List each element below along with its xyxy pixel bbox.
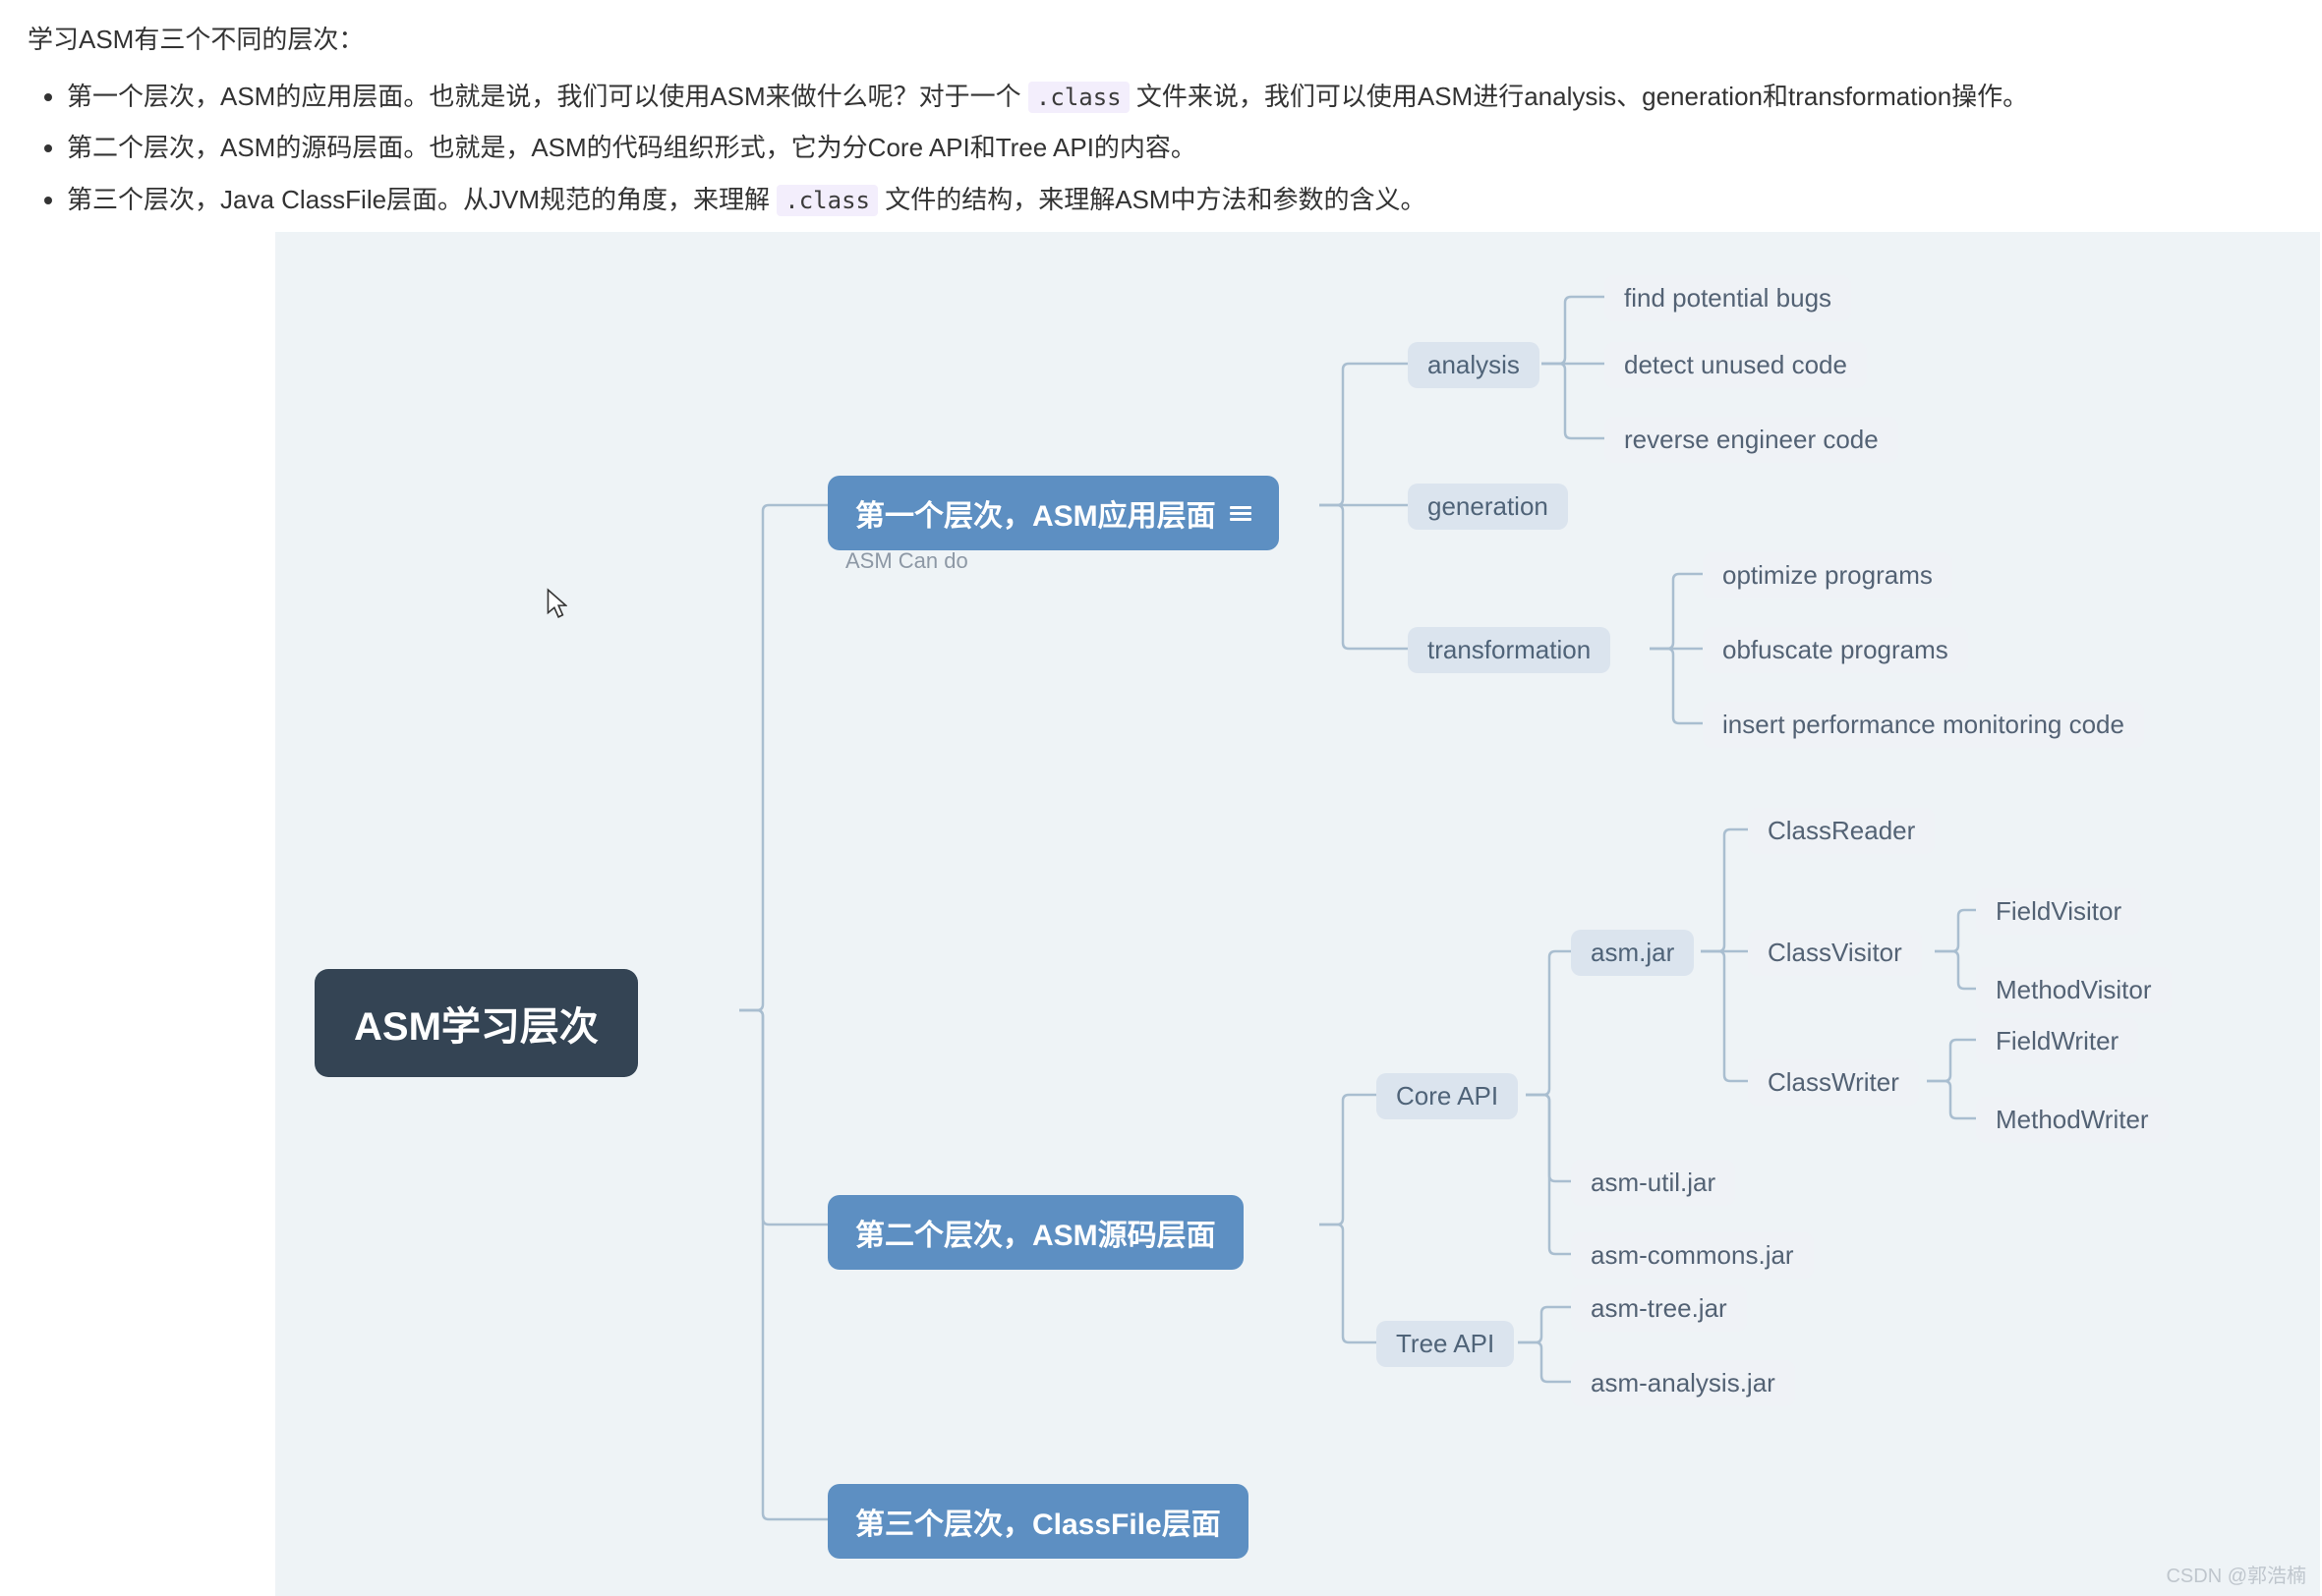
level2-node[interactable]: 第二个层次，ASM源码层面: [828, 1195, 1244, 1270]
tree-api-node[interactable]: Tree API: [1376, 1321, 1514, 1367]
classvisitor-node[interactable]: ClassVisitor: [1748, 930, 1922, 976]
asm-util-jar-node[interactable]: asm-util.jar: [1571, 1160, 1735, 1206]
generation-node[interactable]: generation: [1408, 484, 1568, 530]
fieldwriter-node[interactable]: FieldWriter: [1976, 1018, 2138, 1064]
transformation-item-0[interactable]: optimize programs: [1703, 552, 1952, 598]
root-node[interactable]: ASM学习层次: [315, 969, 638, 1077]
analysis-item-0[interactable]: find potential bugs: [1604, 275, 1851, 321]
bullet-3: 第三个层次，Java ClassFile层面。从JVM规范的角度，来理解 .cl…: [67, 178, 2294, 221]
transformation-item-2[interactable]: insert performance monitoring code: [1703, 702, 2144, 748]
asm-jar-node[interactable]: asm.jar: [1571, 930, 1694, 976]
watermark: CSDN @郭浩楠: [2166, 1560, 2306, 1588]
classreader-node[interactable]: ClassReader: [1748, 808, 1935, 854]
asm-tree-jar-node[interactable]: asm-tree.jar: [1571, 1285, 1747, 1332]
asm-analysis-jar-node[interactable]: asm-analysis.jar: [1571, 1360, 1795, 1406]
code-class-2: .class: [777, 185, 878, 216]
level1-node[interactable]: 第一个层次，ASM应用层面: [828, 476, 1279, 550]
analysis-item-1[interactable]: detect unused code: [1604, 342, 1867, 388]
asm-commons-jar-node[interactable]: asm-commons.jar: [1571, 1232, 1814, 1279]
cursor-icon: [546, 588, 567, 619]
level1-subnote: ASM Can do: [845, 548, 968, 574]
mindmap-canvas[interactable]: ASM学习层次 第一个层次，ASM应用层面 ASM Can do analysi…: [275, 232, 2320, 1596]
bullet-2: 第二个层次，ASM的源码层面。也就是，ASM的代码组织形式，它为分Core AP…: [67, 126, 2294, 169]
methodvisitor-node[interactable]: MethodVisitor: [1976, 967, 2172, 1013]
code-class-1: .class: [1028, 82, 1130, 113]
level3-node[interactable]: 第三个层次，ClassFile层面: [828, 1484, 1248, 1559]
fieldvisitor-node[interactable]: FieldVisitor: [1976, 888, 2141, 935]
bullet-1: 第一个层次，ASM的应用层面。也就是说，我们可以使用ASM来做什么呢？对于一个 …: [67, 75, 2294, 118]
analysis-node[interactable]: analysis: [1408, 342, 1539, 388]
notes-icon: [1230, 506, 1251, 521]
analysis-item-2[interactable]: reverse engineer code: [1604, 417, 1898, 463]
intro-section: 学习ASM有三个不同的层次： 第一个层次，ASM的应用层面。也就是说，我们可以使…: [0, 0, 2322, 247]
classwriter-node[interactable]: ClassWriter: [1748, 1059, 1919, 1106]
core-api-node[interactable]: Core API: [1376, 1073, 1518, 1119]
transformation-item-1[interactable]: obfuscate programs: [1703, 627, 1968, 673]
methodwriter-node[interactable]: MethodWriter: [1976, 1097, 2169, 1143]
intro-title: 学习ASM有三个不同的层次：: [28, 18, 2294, 61]
transformation-node[interactable]: transformation: [1408, 627, 1610, 673]
